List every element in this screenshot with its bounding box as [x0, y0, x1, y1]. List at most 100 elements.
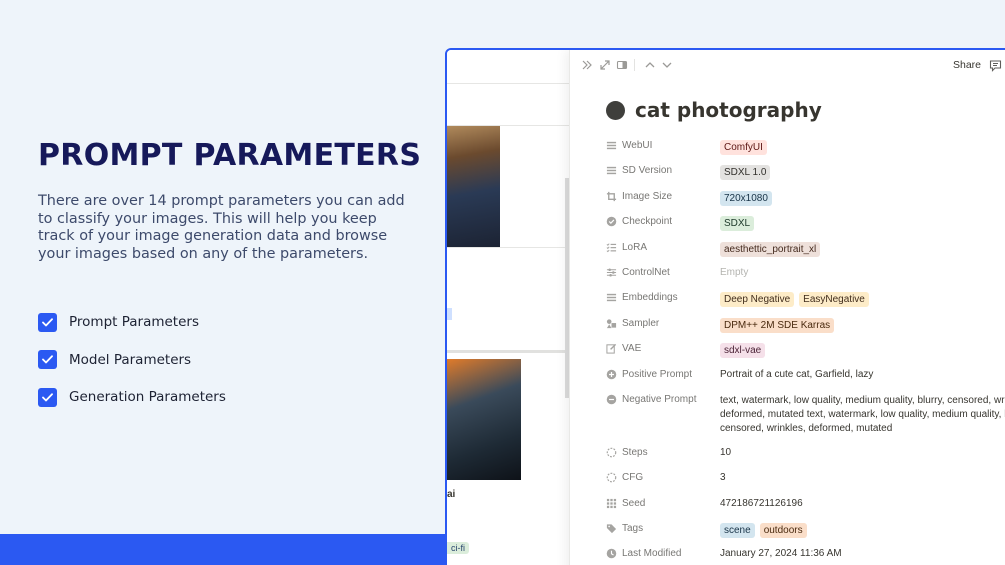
bottom-accent-bar: [0, 534, 446, 565]
checkbox-icon: [38, 387, 57, 407]
checklist-item: Generation Parameters: [38, 387, 226, 407]
property-row[interactable]: VAE sdxl-vae: [606, 340, 1005, 365]
property-value[interactable]: SDXL: [720, 216, 1005, 232]
property-tag: SDXL 1.0: [720, 165, 771, 181]
property-tag: SDXL: [720, 216, 755, 232]
divider: [447, 350, 569, 353]
property-key[interactable]: Negative Prompt: [606, 394, 720, 405]
dashed-circle-icon: [606, 447, 617, 458]
chevron-up-icon[interactable]: [644, 59, 656, 71]
property-key[interactable]: Last Modified: [606, 548, 720, 559]
property-key[interactable]: Seed: [606, 498, 720, 509]
property-key[interactable]: Embeddings: [606, 292, 720, 303]
property-value[interactable]: January 27, 2024 11:36 AM: [720, 548, 1005, 559]
property-key-label: Tags: [622, 523, 644, 535]
property-row[interactable]: WebUI ComfyUI: [606, 137, 1005, 162]
panel-toolbar: Share: [570, 50, 1005, 82]
property-key-label: SD Version: [622, 165, 673, 177]
property-list: WebUI ComfyUI SD Version SDXL 1.0 Image Size…: [606, 137, 1005, 565]
divider: [447, 247, 569, 248]
property-row[interactable]: Checkpoint SDXL: [606, 213, 1005, 238]
property-key[interactable]: Positive Prompt: [606, 369, 720, 380]
property-value[interactable]: Portrait of a cute cat, Garfield, lazy: [720, 369, 1005, 380]
property-value[interactable]: 472186721126196: [720, 498, 1005, 509]
property-row[interactable]: Embeddings Deep Negative EasyNegative: [606, 289, 1005, 314]
property-key[interactable]: SD Version: [606, 165, 720, 176]
property-row[interactable]: CFG 3: [606, 469, 1005, 494]
property-key-label: Steps: [622, 446, 648, 458]
property-row[interactable]: Negative Prompt text, watermark, low qual…: [606, 391, 1005, 444]
gallery-image-cat[interactable]: [447, 126, 500, 247]
hero-description: There are over 14 prompt parameters you …: [38, 193, 405, 262]
checklist-item: Model Parameters: [38, 350, 226, 370]
close-panel-icon[interactable]: [581, 59, 593, 71]
checkbox-icon: [38, 350, 57, 370]
checklist-item: Prompt Parameters: [38, 312, 226, 332]
property-row[interactable]: Steps 10: [606, 444, 1005, 469]
property-value-text: Portrait of a cute cat, Garfield, lazy: [720, 368, 874, 380]
page-title[interactable]: cat photography: [635, 98, 822, 122]
share-button[interactable]: Share: [953, 59, 981, 71]
plus-circle-icon: [606, 369, 617, 379]
property-value-text: text, watermark, low quality, medium qua…: [720, 394, 1005, 434]
property-value[interactable]: Empty: [720, 267, 1005, 278]
property-key-label: Sampler: [622, 317, 660, 329]
selection-marker: [447, 308, 452, 320]
property-row[interactable]: Positive Prompt Portrait of a cute cat, G…: [606, 366, 1005, 391]
minus-circle-icon: [606, 394, 617, 405]
property-key-label: Positive Prompt: [622, 368, 693, 380]
property-key[interactable]: Image Size: [606, 191, 720, 202]
property-tag: Deep Negative: [720, 292, 795, 308]
property-key[interactable]: VAE: [606, 343, 720, 354]
property-tag: sdxl-vae: [720, 343, 766, 359]
property-value[interactable]: 3: [720, 472, 1005, 483]
property-value[interactable]: text, watermark, low quality, medium qua…: [720, 394, 1005, 436]
property-key[interactable]: Tags: [606, 523, 720, 534]
property-value[interactable]: aesthettic_portrait_xl: [720, 241, 1005, 257]
property-value[interactable]: Deep Negative EasyNegative: [720, 292, 1005, 308]
page-icon[interactable]: [606, 100, 625, 120]
gallery-image-cyberpunk[interactable]: [447, 359, 521, 480]
expand-icon[interactable]: [599, 59, 611, 71]
side-peek-icon[interactable]: [616, 59, 628, 71]
gallery-card-tag: ci-fi: [447, 542, 469, 554]
edit-icon: [606, 344, 617, 354]
property-key-label: ControlNet: [622, 266, 670, 278]
property-value[interactable]: DPM++ 2M SDE Karras: [720, 317, 1005, 333]
property-key-label: Seed: [622, 497, 646, 509]
property-key[interactable]: ControlNet: [606, 267, 720, 278]
chevron-down-icon[interactable]: [661, 59, 673, 71]
property-row[interactable]: Image Size 720x1080: [606, 188, 1005, 213]
property-key[interactable]: Steps: [606, 447, 720, 458]
property-row[interactable]: Sampler DPM++ 2M SDE Karras: [606, 315, 1005, 340]
property-row[interactable]: Tags scene outdoors: [606, 520, 1005, 545]
list-icon: [606, 141, 617, 150]
property-key[interactable]: LoRA: [606, 242, 720, 253]
property-value-text: 3: [720, 472, 726, 484]
property-value[interactable]: 720x1080: [720, 190, 1005, 206]
property-row[interactable]: Seed 472186721126196: [606, 495, 1005, 520]
app-window: ai ci-fi Share cat photography WebUI Comf…: [445, 48, 1005, 565]
property-key[interactable]: Checkpoint: [606, 216, 720, 227]
tag-icon: [606, 524, 617, 534]
property-key-label: Last Modified: [622, 548, 682, 560]
feature-checklist: Prompt Parameters Model Parameters Gener…: [38, 312, 226, 425]
checkbox-icon: [38, 312, 57, 332]
property-row[interactable]: LoRA aesthettic_portrait_xl: [606, 239, 1005, 264]
property-value[interactable]: scene outdoors: [720, 523, 1005, 539]
property-value[interactable]: ComfyUI: [720, 140, 1005, 155]
property-row[interactable]: ControlNet Empty: [606, 264, 1005, 289]
property-row[interactable]: Last Modified January 27, 2024 11:36 AM: [606, 545, 1005, 565]
property-row[interactable]: SD Version SDXL 1.0: [606, 162, 1005, 187]
property-value[interactable]: SDXL 1.0: [720, 165, 1005, 181]
list-icon: [606, 167, 617, 175]
property-key[interactable]: CFG: [606, 472, 720, 483]
property-key-label: Negative Prompt: [622, 393, 697, 405]
divider: [447, 83, 569, 84]
comment-icon[interactable]: [989, 59, 1002, 72]
property-value-text: 10: [720, 446, 732, 458]
property-value[interactable]: 10: [720, 447, 1005, 458]
property-key[interactable]: Sampler: [606, 318, 720, 329]
property-value[interactable]: sdxl-vae: [720, 343, 1005, 359]
property-key[interactable]: WebUI: [606, 140, 720, 151]
